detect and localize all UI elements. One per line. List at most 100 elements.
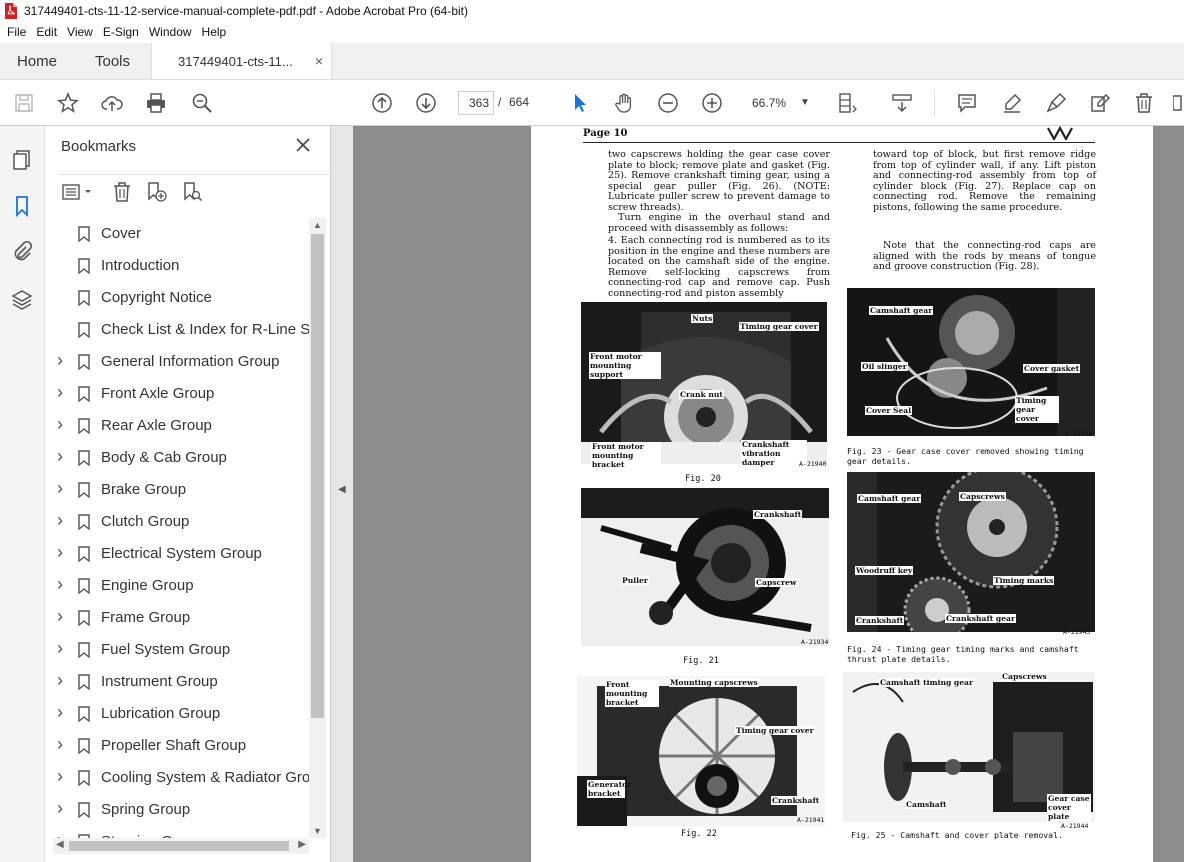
window-title: 317449401-cts-11-12-service-manual-compl… (24, 4, 469, 18)
collapse-arrow-icon[interactable]: ◀ (338, 484, 346, 495)
delete-bookmark-icon[interactable] (111, 181, 133, 203)
tab-document[interactable]: 317449401-cts-11... × (152, 43, 332, 79)
bookmark-item[interactable]: › Electrical System Group (45, 538, 309, 570)
menu-help[interactable]: Help (197, 22, 232, 43)
pdf-page: Page 10 two capscrews holding the gear c… (531, 126, 1153, 862)
bookmark-item[interactable]: › Rear Axle Group (45, 410, 309, 442)
zoom-dropdown-chevron-icon[interactable]: ▼ (800, 97, 810, 108)
expand-chevron-icon[interactable]: › (57, 574, 69, 594)
scroll-down-arrow-icon[interactable]: ▼ (313, 826, 322, 836)
document-viewport[interactable]: Page 10 two capscrews holding the gear c… (353, 126, 1184, 862)
scroll-right-arrow-icon[interactable]: ▶ (298, 839, 306, 850)
expand-chevron-icon[interactable]: › (57, 542, 69, 562)
upload-cloud-icon[interactable] (100, 91, 124, 115)
bookmark-item[interactable]: › Front Axle Group (45, 378, 309, 410)
bookmark-item[interactable]: › Brake Group (45, 474, 309, 506)
figure-label: Cover Seal (865, 406, 913, 415)
layers-icon[interactable] (10, 288, 34, 312)
bookmarks-panel-icon[interactable] (10, 194, 34, 218)
close-panel-icon[interactable] (293, 135, 313, 155)
highlight-pen-icon[interactable] (1000, 91, 1024, 115)
close-tab-icon[interactable]: × (315, 53, 323, 69)
tab-home[interactable]: Home (0, 43, 74, 79)
scrollbar-thumb[interactable] (311, 234, 324, 718)
expand-chevron-icon[interactable]: › (57, 446, 69, 466)
bookmark-item[interactable]: › Clutch Group (45, 506, 309, 538)
menu-view[interactable]: View (62, 22, 98, 43)
bookmark-item[interactable]: › Instrument Group (45, 666, 309, 698)
bookmark-icon (78, 322, 90, 338)
new-bookmark-icon[interactable] (145, 181, 167, 203)
expand-chevron-icon[interactable]: › (57, 638, 69, 658)
print-icon[interactable] (144, 91, 168, 115)
save-icon[interactable] (12, 91, 36, 115)
more-tools-icon[interactable] (1172, 91, 1184, 115)
bookmark-item[interactable]: › Fuel System Group (45, 634, 309, 666)
expand-chevron-icon[interactable]: › (57, 350, 69, 370)
find-zoom-icon[interactable] (190, 91, 214, 115)
bookmark-item[interactable]: › Engine Group (45, 570, 309, 602)
figure-label: Camshaft (905, 800, 948, 809)
toolbar: 363 / 664 66.7% ▼ (0, 80, 1184, 126)
bookmarks-vertical-scrollbar[interactable]: ▲ ▼ (309, 218, 326, 838)
figure-label: Timing marks (993, 576, 1055, 585)
bookmarks-panel: Bookmarks Cover Introduction Copyright Not… (45, 126, 331, 862)
edit-pdf-icon[interactable] (1088, 91, 1112, 115)
bookmark-item[interactable]: Introduction (45, 250, 309, 282)
expand-chevron-icon[interactable]: › (57, 798, 69, 818)
expand-chevron-icon[interactable]: › (57, 734, 69, 754)
bookmark-item[interactable]: › Cooling System & Radiator Gro (45, 762, 309, 794)
panel-collapse-handle[interactable]: ◀ (331, 126, 353, 862)
hand-tool-icon[interactable] (612, 91, 636, 115)
tab-tools[interactable]: Tools (74, 43, 152, 79)
bookmark-item[interactable]: › Spring Group (45, 794, 309, 826)
bookmarks-toolbar (59, 174, 329, 204)
expand-chevron-icon[interactable]: › (57, 510, 69, 530)
scroll-left-arrow-icon[interactable]: ◀ (56, 839, 64, 850)
menu-edit[interactable]: Edit (31, 22, 62, 43)
horizontal-scrollbar-thumb[interactable] (69, 841, 289, 851)
menu-esign[interactable]: E-Sign (98, 22, 144, 43)
expand-chevron-icon[interactable]: › (57, 414, 69, 434)
menu-window[interactable]: Window (144, 22, 197, 43)
bookmark-label: Cover (101, 225, 142, 242)
bookmark-label: Copyright Notice (101, 289, 212, 306)
scroll-mode-icon[interactable] (890, 91, 914, 115)
bookmark-item[interactable]: Check List & Index for R-Line Su (45, 314, 309, 346)
star-icon[interactable] (56, 91, 80, 115)
zoom-out-icon[interactable] (656, 91, 680, 115)
attachments-icon[interactable] (10, 240, 34, 264)
bookmark-item[interactable]: › Lubrication Group (45, 698, 309, 730)
expand-chevron-icon[interactable]: › (57, 606, 69, 626)
bookmark-item[interactable]: › Body & Cab Group (45, 442, 309, 474)
expand-chevron-icon[interactable]: › (57, 702, 69, 722)
sign-icon[interactable] (1044, 91, 1068, 115)
bookmark-item[interactable]: Copyright Notice (45, 282, 309, 314)
bookmark-options-icon[interactable] (61, 181, 97, 203)
bookmark-item[interactable]: Cover (45, 218, 309, 250)
zoom-in-icon[interactable] (700, 91, 724, 115)
next-page-icon[interactable] (414, 91, 438, 115)
delete-icon[interactable] (1132, 91, 1156, 115)
scroll-up-arrow-icon[interactable]: ▲ (313, 220, 322, 230)
comment-icon[interactable] (955, 91, 979, 115)
figure-label: Timing gear cover (739, 322, 819, 331)
bookmark-icon (78, 418, 90, 434)
menu-file[interactable]: File (2, 22, 31, 43)
bookmark-item[interactable]: › Frame Group (45, 602, 309, 634)
bookmark-item[interactable]: › General Information Group (45, 346, 309, 378)
bookmark-search-icon[interactable] (181, 181, 203, 203)
bookmark-item[interactable]: › Propeller Shaft Group (45, 730, 309, 762)
expand-chevron-icon[interactable]: › (57, 766, 69, 786)
expand-chevron-icon[interactable]: › (57, 382, 69, 402)
expand-chevron-icon[interactable]: › (57, 670, 69, 690)
page-thumbnails-icon[interactable] (10, 148, 34, 172)
bookmark-icon (78, 482, 90, 498)
page-fit-icon[interactable] (836, 91, 860, 115)
select-cursor-icon[interactable] (568, 91, 592, 115)
expand-chevron-icon[interactable]: › (57, 478, 69, 498)
paragraph: Turn engine in the overhaul stand and pr… (608, 212, 830, 234)
page-number-input[interactable]: 363 (458, 91, 494, 115)
bookmarks-horizontal-scrollbar[interactable]: ◀ ▶ (53, 838, 309, 854)
previous-page-icon[interactable] (370, 91, 394, 115)
